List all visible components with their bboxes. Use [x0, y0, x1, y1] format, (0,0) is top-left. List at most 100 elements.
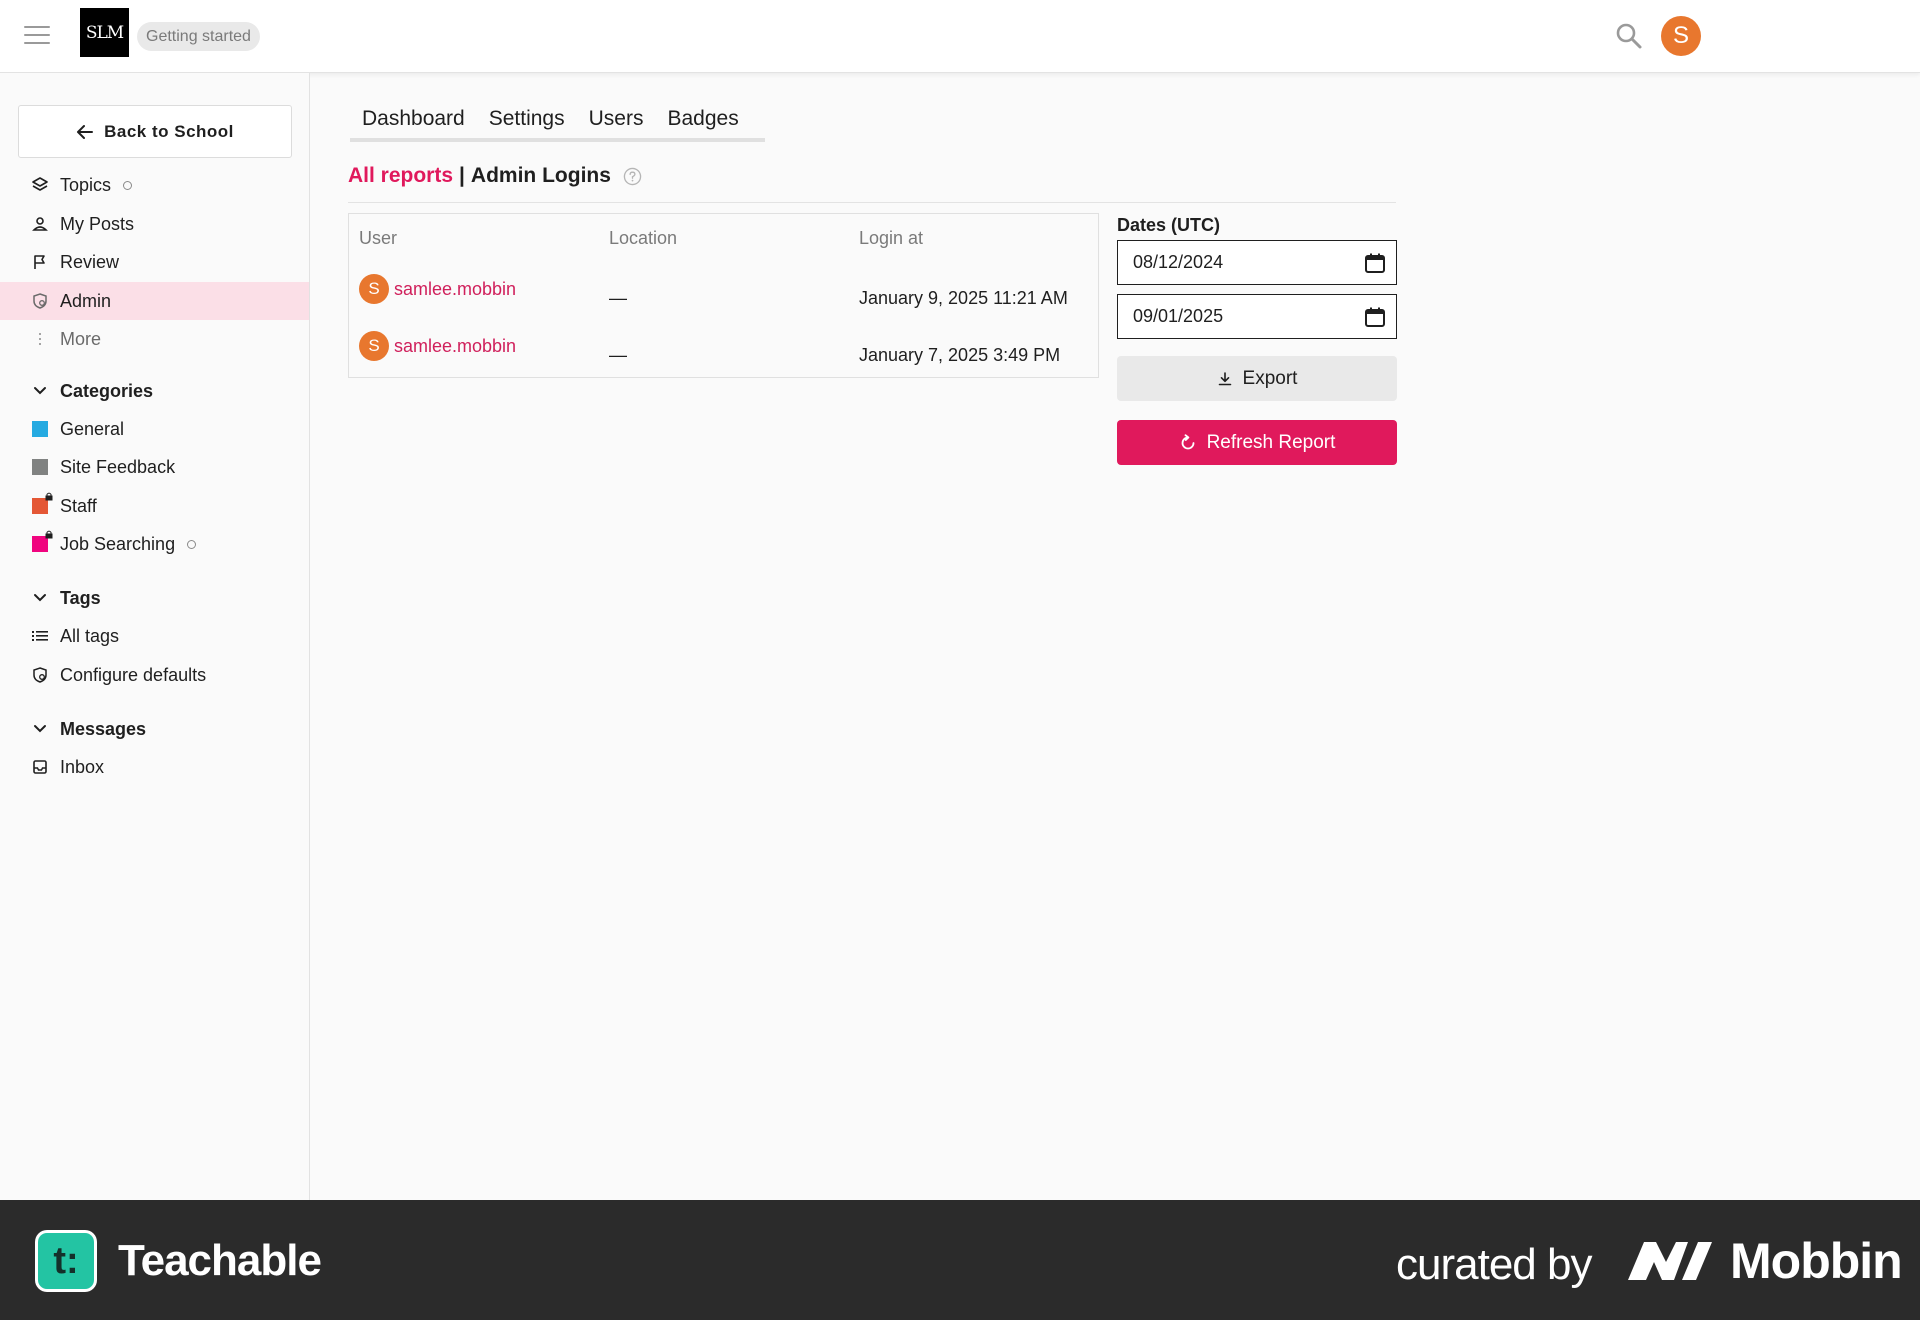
admin-tabs: Dashboard Settings Users Badges — [350, 100, 765, 142]
sidebar-item-label: All tags — [60, 625, 120, 646]
help-icon[interactable] — [623, 167, 642, 186]
login-at-cell: January 7, 2025 3:49 PM — [859, 345, 1061, 365]
sidebar-item-general[interactable]: General — [0, 410, 309, 448]
sidebar-item-label: Configure defaults — [60, 664, 207, 685]
site-logo[interactable]: SLM — [80, 8, 129, 57]
sidebar-item-label: Site Feedback — [60, 456, 176, 477]
chevron-down-icon — [30, 381, 50, 401]
sidebar-item-admin[interactable]: Admin — [0, 282, 309, 320]
column-header-login-at[interactable]: Login at — [859, 228, 923, 249]
mobbin-brand-name: Mobbin — [1730, 1233, 1903, 1289]
refresh-icon — [1181, 433, 1194, 449]
user-icon — [30, 214, 50, 234]
sidebar-item-label: Job Searching — [60, 533, 176, 554]
arrow-left-icon — [77, 124, 94, 139]
table-row: S samlee.mobbin — January 7, 2025 3:49 P… — [349, 321, 1098, 379]
back-to-school-label: Back to School — [104, 121, 234, 141]
refresh-report-button[interactable]: Refresh Report — [1117, 420, 1397, 465]
new-indicator-icon — [187, 539, 197, 549]
teachable-logo: t: — [35, 1230, 97, 1292]
calendar-icon[interactable] — [1364, 306, 1386, 328]
sidebar-item-site-feedback[interactable]: Site Feedback — [0, 448, 309, 486]
sidebar-item-topics[interactable]: Topics — [0, 166, 309, 204]
lock-icon — [45, 530, 53, 539]
more-vertical-icon — [30, 329, 50, 349]
avatar[interactable]: S — [359, 331, 389, 361]
sidebar: Back to School Topics My Posts Review Ad… — [0, 73, 310, 1200]
export-button[interactable]: Export — [1117, 356, 1397, 401]
column-header-location[interactable]: Location — [609, 228, 677, 249]
table-row: S samlee.mobbin — January 9, 2025 11:21 … — [349, 264, 1098, 322]
messages-heading: Messages — [60, 718, 147, 739]
username-link[interactable]: samlee.mobbin — [394, 336, 516, 357]
user-avatar[interactable]: S — [1661, 16, 1701, 56]
sidebar-item-label: My Posts — [60, 213, 135, 234]
top-header: SLM Getting started S — [0, 0, 1920, 73]
category-color-swatch — [32, 421, 48, 437]
end-date-field[interactable] — [1117, 294, 1397, 339]
start-date-field[interactable] — [1117, 240, 1397, 285]
sidebar-item-label: Topics — [60, 174, 112, 195]
category-color-swatch — [32, 459, 48, 475]
sidebar-item-label: General — [60, 418, 125, 439]
sidebar-item-my-posts[interactable]: My Posts — [0, 205, 309, 243]
footer-banner: t: Teachable curated by Mobbin — [0, 1200, 1920, 1320]
sidebar-item-all-tags[interactable]: All tags — [0, 617, 309, 655]
search-icon[interactable] — [1614, 21, 1644, 51]
tags-heading: Tags — [60, 587, 101, 608]
location-cell: — — [609, 345, 627, 365]
sidebar-item-label: Admin — [60, 290, 112, 311]
sidebar-item-label: Staff — [60, 495, 97, 516]
categories-heading: Categories — [60, 380, 154, 401]
sidebar-item-job-searching[interactable]: Job Searching — [0, 525, 309, 563]
inbox-icon — [30, 757, 50, 777]
sidebar-item-label: Review — [60, 251, 120, 272]
messages-section-toggle[interactable]: Messages — [0, 712, 309, 746]
username-link[interactable]: samlee.mobbin — [394, 279, 516, 300]
tab-badges[interactable]: Badges — [655, 100, 750, 138]
curated-by-text: curated by — [1396, 1240, 1592, 1289]
sidebar-item-inbox[interactable]: Inbox — [0, 748, 309, 786]
breadcrumb-separator: | — [459, 164, 465, 187]
lock-icon — [45, 492, 53, 501]
calendar-icon[interactable] — [1364, 252, 1386, 274]
flag-icon — [30, 252, 50, 272]
chevron-down-icon — [30, 588, 50, 608]
page-title: Admin Logins — [470, 164, 611, 187]
layers-icon — [30, 175, 50, 195]
teachable-logo-mark: t: — [38, 1233, 94, 1289]
sidebar-item-label: More — [60, 328, 102, 349]
title-divider — [348, 202, 1396, 203]
location-cell: — — [609, 288, 627, 308]
shield-icon — [30, 665, 50, 685]
shield-icon — [30, 291, 50, 311]
tab-users[interactable]: Users — [577, 100, 656, 138]
start-date-input[interactable] — [1133, 252, 1353, 273]
all-reports-link[interactable]: All reports — [348, 164, 453, 188]
admin-logins-table: User Location Login at S samlee.mobbin —… — [348, 213, 1099, 378]
avatar[interactable]: S — [359, 274, 389, 304]
sidebar-item-staff[interactable]: Staff — [0, 487, 309, 525]
export-label: Export — [1242, 367, 1298, 389]
category-color-swatch — [32, 530, 53, 552]
column-header-user[interactable]: User — [359, 228, 397, 249]
getting-started-pill[interactable]: Getting started — [137, 22, 260, 51]
categories-section-toggle[interactable]: Categories — [0, 374, 309, 408]
teachable-brand-name: Teachable — [118, 1236, 322, 1285]
tab-dashboard[interactable]: Dashboard — [350, 100, 477, 138]
download-icon — [1218, 371, 1231, 385]
back-to-school-button[interactable]: Back to School — [18, 105, 292, 158]
sidebar-item-more[interactable]: More — [0, 320, 309, 358]
hamburger-menu-icon[interactable] — [24, 26, 50, 46]
end-date-input[interactable] — [1133, 306, 1353, 327]
category-color-swatch — [32, 492, 53, 514]
tags-section-toggle[interactable]: Tags — [0, 581, 309, 615]
login-at-cell: January 9, 2025 11:21 AM — [859, 288, 1068, 308]
sidebar-item-review[interactable]: Review — [0, 243, 309, 281]
breadcrumb: All reports | Admin Logins — [348, 164, 642, 188]
new-indicator-icon — [123, 180, 133, 190]
chevron-down-icon — [30, 719, 50, 739]
tab-settings[interactable]: Settings — [477, 100, 577, 138]
sidebar-item-label: Inbox — [60, 756, 105, 777]
sidebar-item-configure-defaults[interactable]: Configure defaults — [0, 656, 309, 694]
